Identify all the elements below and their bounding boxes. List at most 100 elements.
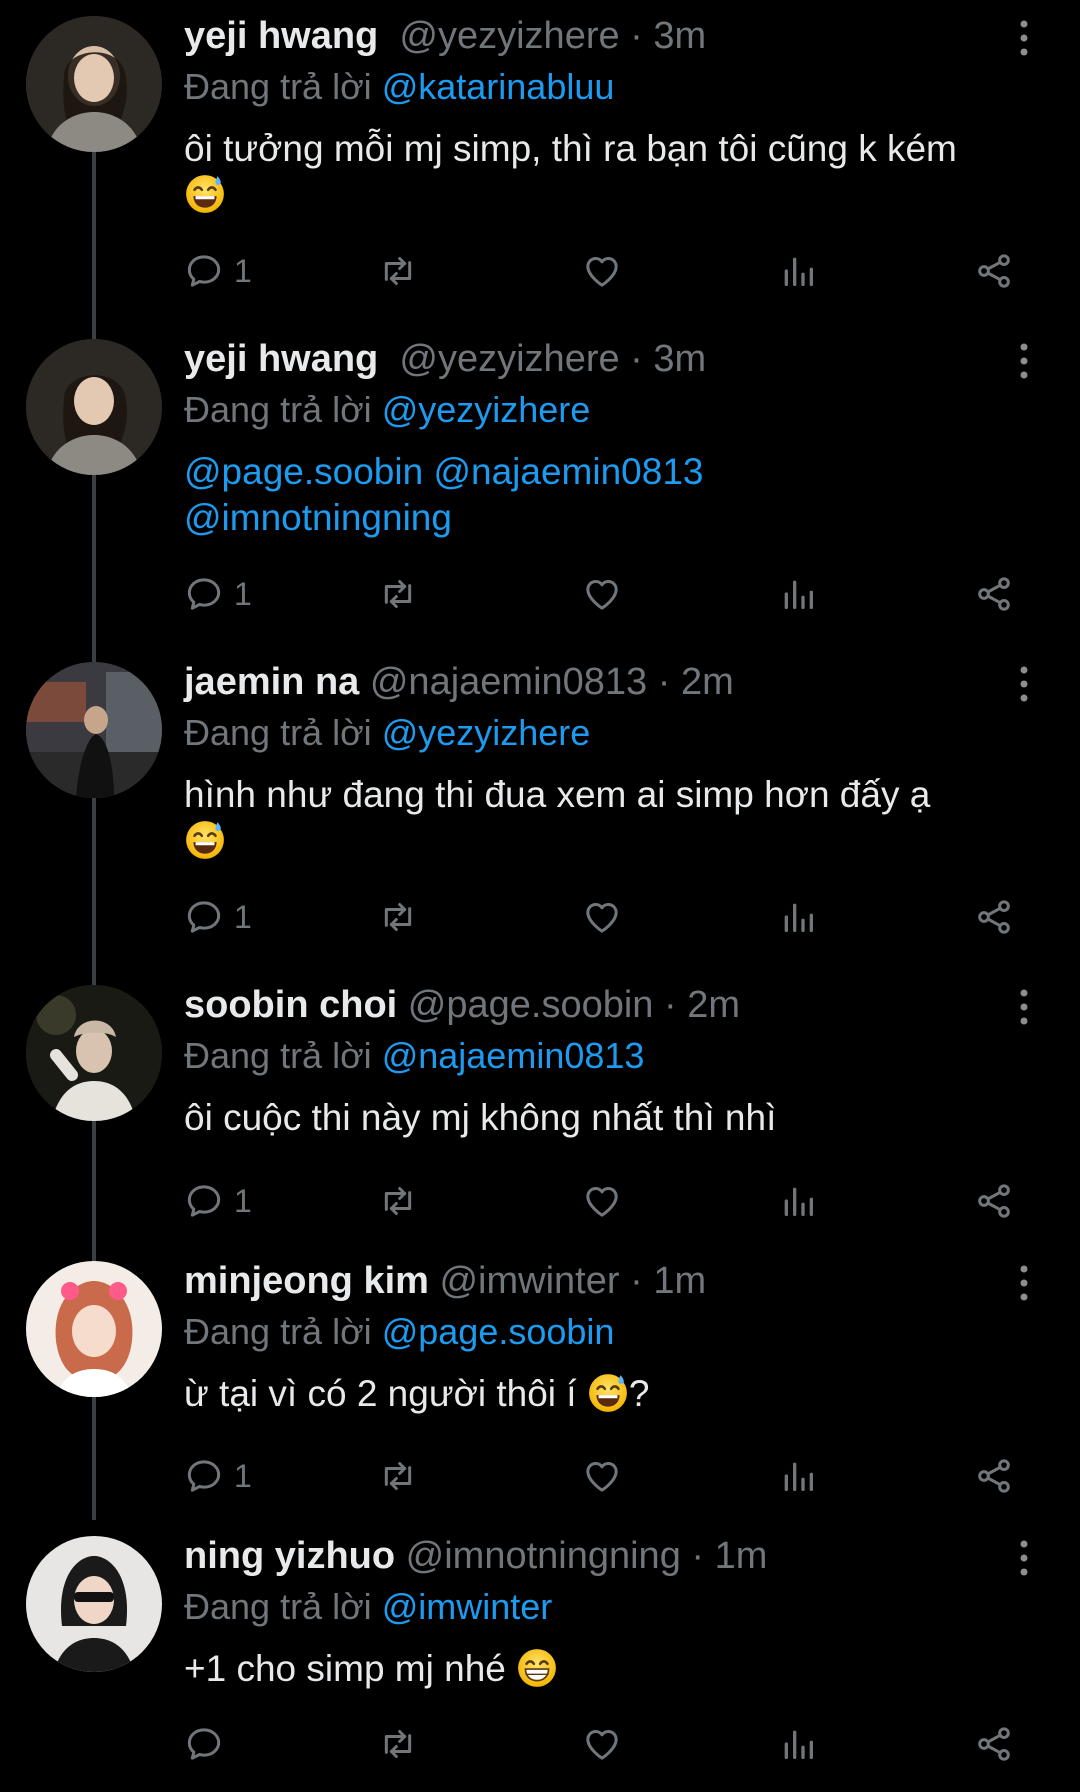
avatar[interactable] [26,339,162,475]
share-button[interactable] [974,1718,1014,1770]
reply-prefix: Đang trả lời [184,1035,372,1076]
reply-count: 1 [234,898,252,935]
tweet-text: +1 cho simp mj nhé [184,1646,1024,1692]
retweet-button[interactable] [378,891,418,943]
reply-to-mention[interactable]: @katarinabluu [382,66,615,107]
tweet-time[interactable]: 1m [653,1260,706,1302]
reply-icon [184,1456,224,1496]
views-button[interactable] [778,891,818,943]
views-icon [778,1456,818,1496]
tweet-actions: 1 [184,891,1024,943]
sweat-smile-emoji [587,1372,629,1414]
reply-icon [184,1724,224,1764]
reply-to-mention[interactable]: @najaemin0813 [382,1035,645,1076]
sweat-smile-emoji [184,173,226,215]
reply-icon [184,897,224,937]
avatar[interactable] [26,662,162,798]
share-button[interactable] [974,1175,1014,1227]
share-button[interactable] [974,245,1014,297]
share-button[interactable] [974,891,1014,943]
tweet-time[interactable]: 1m [715,1535,768,1577]
tweet-4[interactable]: soobin choi @page.soobin · 2m Đang trả l… [0,969,1080,1292]
like-button[interactable] [582,568,622,620]
reply-to-mention[interactable]: @yezyizhere [382,389,591,430]
reply-button[interactable]: 1 [184,891,252,943]
tweet-3[interactable]: jaemin na @najaemin0813 · 2m Đang trả lờ… [0,646,1080,969]
tweet-time[interactable]: 2m [687,984,740,1026]
like-button[interactable] [582,245,622,297]
views-button[interactable] [778,1718,818,1770]
views-button[interactable] [778,568,818,620]
views-icon [778,251,818,291]
avatar[interactable] [26,985,162,1121]
tweet-text: ôi tưởng mỗi mj simp, thì ra bạn tôi cũn… [184,126,1024,218]
author-handle[interactable]: @imwinter [439,1260,619,1302]
heart-icon [582,574,622,614]
author-name[interactable]: minjeong kim [184,1260,429,1302]
share-icon [974,1456,1014,1496]
retweet-icon [378,1181,418,1221]
heart-icon [582,1181,622,1221]
tweet-actions [184,1718,1024,1770]
views-icon [778,1724,818,1764]
reply-to-mention[interactable]: @page.soobin [382,1311,615,1352]
tweet-time[interactable]: 3m [653,338,706,380]
tweet-actions: 1 [184,1175,1024,1227]
tweet-time[interactable]: 3m [653,15,706,57]
tweet-1[interactable]: yeji hwang @yezyizhere · 3m Đang trả lời… [0,0,1080,323]
retweet-button[interactable] [378,1718,418,1770]
tweet-6[interactable]: ning yizhuo @imnotningning · 1m Đang trả… [0,1520,1080,1792]
avatar[interactable] [26,1261,162,1397]
reply-to-mention[interactable]: @yezyizhere [382,712,591,753]
reply-button[interactable] [184,1718,224,1770]
more-options-icon[interactable] [1012,1263,1036,1303]
more-options-icon[interactable] [1012,18,1036,58]
retweet-button[interactable] [378,245,418,297]
reply-prefix: Đang trả lời [184,389,372,430]
author-name[interactable]: yeji hwang [184,338,378,380]
share-button[interactable] [974,568,1014,620]
more-options-icon[interactable] [1012,341,1036,381]
retweet-button[interactable] [378,1175,418,1227]
like-button[interactable] [582,1718,622,1770]
share-icon [974,897,1014,937]
heart-icon [582,1456,622,1496]
like-button[interactable] [582,1175,622,1227]
author-handle[interactable]: @page.soobin [408,984,654,1026]
author-handle[interactable]: @imnotningning [406,1535,681,1577]
author-handle[interactable]: @yezyizhere [399,338,619,380]
retweet-button[interactable] [378,568,418,620]
author-handle[interactable]: @yezyizhere [399,15,619,57]
reply-button[interactable]: 1 [184,1175,252,1227]
more-options-icon[interactable] [1012,987,1036,1027]
retweet-icon [378,251,418,291]
reply-button[interactable]: 1 [184,568,252,620]
reply-to-mention[interactable]: @imwinter [382,1586,553,1627]
author-name[interactable]: ning yizhuo [184,1535,395,1577]
views-button[interactable] [778,245,818,297]
share-button[interactable] [974,1450,1014,1502]
sweat-smile-emoji [184,819,226,861]
tweet-2[interactable]: yeji hwang @yezyizhere · 3m Đang trả lời… [0,323,1080,646]
author-handle[interactable]: @najaemin0813 [370,661,647,703]
tweet-text: ừ tại vì có 2 người thôi í ? [184,1372,650,1414]
more-options-icon[interactable] [1012,664,1036,704]
author-name[interactable]: yeji hwang [184,15,378,57]
avatar[interactable] [26,16,162,152]
views-button[interactable] [778,1450,818,1502]
tweet-text: hình như đang thi đua xem ai simp hơn đấ… [184,772,1024,864]
tweet-mentions[interactable]: @page.soobin @najaemin0813 @imnotningning [184,449,1024,541]
views-button[interactable] [778,1175,818,1227]
avatar[interactable] [26,1536,162,1672]
like-button[interactable] [582,891,622,943]
author-name[interactable]: jaemin na [184,661,359,703]
reply-button[interactable]: 1 [184,245,252,297]
more-options-icon[interactable] [1012,1538,1036,1578]
like-button[interactable] [582,1450,622,1502]
author-name[interactable]: soobin choi [184,984,397,1026]
retweet-button[interactable] [378,1450,418,1502]
reply-button[interactable]: 1 [184,1450,252,1502]
reply-icon [184,251,224,291]
tweet-time[interactable]: 2m [681,661,734,703]
retweet-icon [378,1456,418,1496]
